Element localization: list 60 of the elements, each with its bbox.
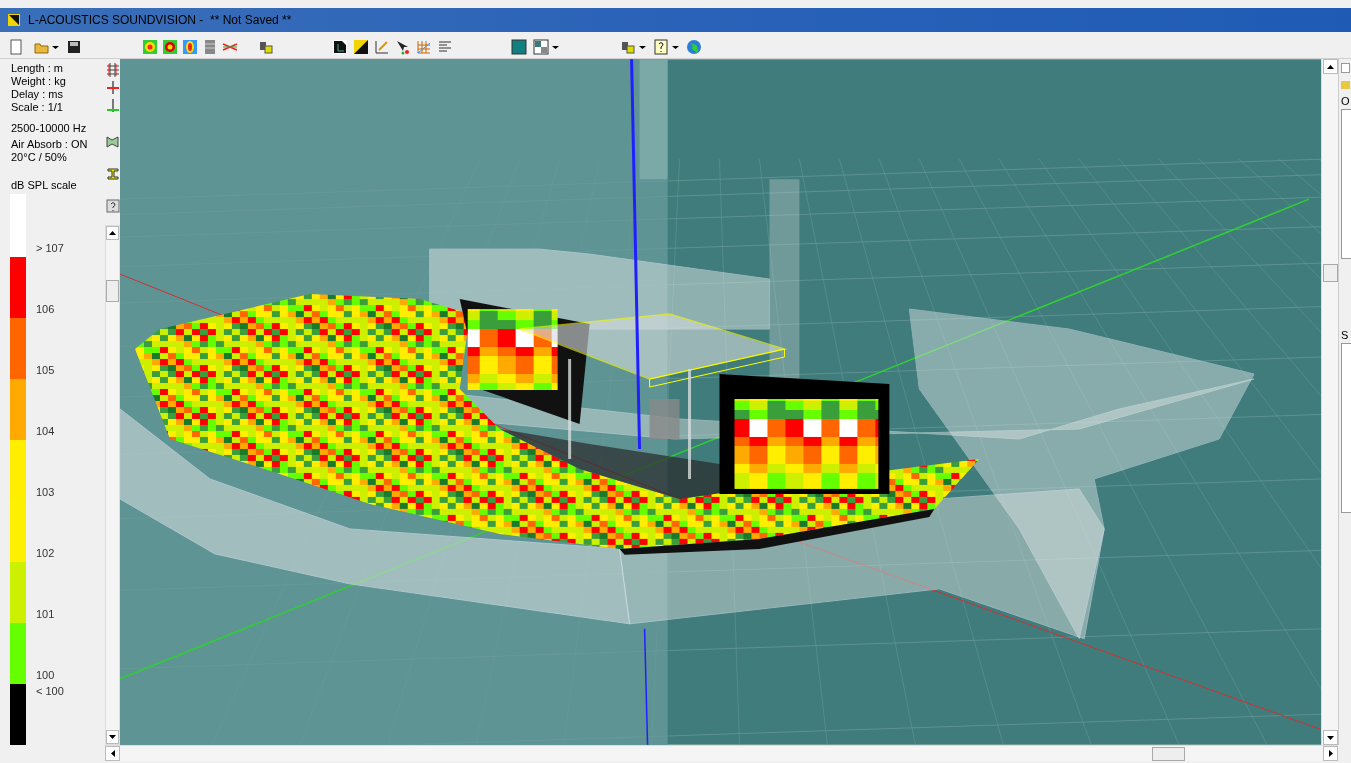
scale-label: 104 xyxy=(36,425,55,437)
i-beam-icon[interactable] xyxy=(105,167,120,181)
scale-label: 105 xyxy=(36,364,55,376)
panel-label: O xyxy=(1341,95,1351,107)
scale-label: 100 xyxy=(36,669,55,681)
scroll-down-button[interactable] xyxy=(106,730,119,744)
axis-base-icon[interactable] xyxy=(105,99,120,113)
scroll-thumb[interactable] xyxy=(1152,746,1185,761)
up-arrow-icon xyxy=(1326,64,1334,69)
globe-icon[interactable] xyxy=(686,37,702,56)
scale-label: 103 xyxy=(36,486,55,498)
new-file-icon[interactable] xyxy=(8,37,24,56)
view-corner-icon[interactable] xyxy=(353,37,369,56)
app-logo-icon xyxy=(8,14,20,26)
room-icon[interactable] xyxy=(105,135,120,149)
down-arrow-icon xyxy=(1326,735,1334,740)
panel-button[interactable] xyxy=(1341,63,1350,73)
speaker-list[interactable] xyxy=(1341,109,1351,259)
scale-label: 101 xyxy=(36,608,55,620)
scale-label: > 107 xyxy=(36,242,64,254)
vertical-scrollbar[interactable] xyxy=(1321,59,1338,745)
unit-info-text: Scale : 1/1 xyxy=(11,101,64,114)
scroll-thumb[interactable] xyxy=(1322,264,1338,282)
scroll-down-button[interactable] xyxy=(1322,730,1338,745)
setting-info-text: 2500-10000 Hz xyxy=(11,122,88,135)
heatmap-ring-icon[interactable] xyxy=(162,37,178,56)
horizontal-scrollbar[interactable] xyxy=(105,745,1338,761)
setting-info-text: Air Absorb : ON xyxy=(11,138,89,151)
help-box-icon[interactable] xyxy=(105,199,120,213)
unit-info-text: Weight : kg xyxy=(11,75,67,88)
panel-label: S xyxy=(1341,329,1350,341)
scroll-up-button[interactable] xyxy=(1322,59,1338,74)
unit-info-text: Length : m xyxy=(11,62,64,75)
heatmap-icon[interactable] xyxy=(142,37,158,56)
up-arrow-icon xyxy=(109,231,116,235)
scroll-left-button[interactable] xyxy=(105,746,120,761)
scroll-up-button[interactable] xyxy=(106,226,119,240)
scroll-thumb[interactable] xyxy=(106,280,119,302)
window-title: L-ACOUSTICS SOUNDVISION - ** Not Saved ** xyxy=(28,12,292,29)
left-arrow-icon xyxy=(110,750,115,757)
folder-icon xyxy=(1341,81,1350,89)
vertical-scrollbar[interactable] xyxy=(105,225,120,745)
axis-cross-icon[interactable] xyxy=(105,81,120,95)
window-layout-icon[interactable] xyxy=(533,37,549,56)
square-icon[interactable] xyxy=(511,37,527,56)
scale-title: dB SPL scale xyxy=(11,179,78,192)
text-list[interactable] xyxy=(1341,343,1351,513)
speaker-array xyxy=(649,399,680,439)
scroll-right-button[interactable] xyxy=(1323,746,1338,761)
scale-label: < 100 xyxy=(36,685,64,697)
down-arrow-icon xyxy=(109,735,116,739)
unit-info-text: Delay : ms xyxy=(11,88,64,101)
scale-label: 106 xyxy=(36,303,55,315)
heatmap-oval-icon[interactable] xyxy=(182,37,198,56)
right-arrow-icon xyxy=(1328,750,1333,757)
view-front-icon[interactable] xyxy=(332,37,348,56)
setting-info-text: 20°C / 50% xyxy=(11,151,68,164)
grid-icon[interactable] xyxy=(105,63,120,77)
help-icon[interactable] xyxy=(653,37,669,56)
scale-label: 102 xyxy=(36,547,55,559)
